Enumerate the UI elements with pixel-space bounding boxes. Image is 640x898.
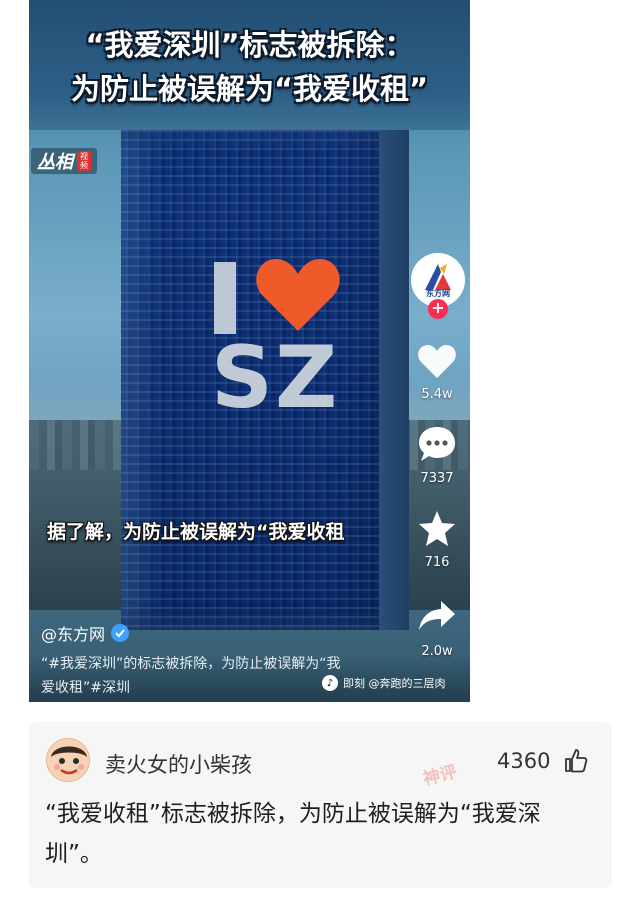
video-subtitle: 据了解，为防止被误解为“我爱收租: [47, 521, 345, 543]
share-button[interactable]: [415, 594, 459, 638]
video-description: “#我爱深圳”的标志被拆除，为防止被误解为“我爱收租”#深圳: [41, 656, 341, 696]
music-note-icon: ♪: [322, 675, 338, 691]
heart-icon: [418, 345, 456, 378]
screenshot-root: SZ “我爱深圳”标志被拆除： 为防止被误解为“我爱收租” 丛相 视频 据了解，…: [0, 0, 640, 898]
like-button[interactable]: [415, 340, 459, 384]
author-handle-row[interactable]: @东方网: [41, 621, 130, 645]
verified-icon: [111, 624, 130, 642]
video-title-line2: 为防止被误解为“我爱收租”: [70, 72, 429, 106]
share-arrow-icon: [419, 601, 455, 630]
comment-count: 7337: [420, 471, 454, 486]
video-frame[interactable]: SZ “我爱深圳”标志被拆除： 为防止被误解为“我爱收租” 丛相 视频 据了解，…: [29, 0, 470, 702]
sign-letter-i: [214, 262, 236, 334]
video-title-line1: “我爱深圳”标志被拆除：: [85, 28, 414, 62]
comment-bubble-icon: [419, 427, 455, 461]
watermark-credit: ♪ 即刻 @奔跑的三层肉: [322, 673, 446, 693]
watermark-credit-text: 即刻 @奔跑的三层肉: [343, 677, 446, 690]
source-logo-text: 丛相: [37, 152, 73, 173]
favorite-count: 716: [424, 555, 450, 570]
avatar-face-icon: [47, 739, 89, 781]
commenter-username[interactable]: 卖火女的小柴孩: [105, 749, 252, 779]
comment-text: “我爱收租”标志被拆除，为防止被误解为“我爱深圳”。: [45, 801, 541, 867]
source-logo: 丛相 视频: [31, 148, 97, 174]
top-comment-card: 卖火女的小柴孩 神评 4360 “我爱收租”标志被拆除，为防止被误解为“我爱深圳…: [29, 722, 612, 888]
comment-button[interactable]: [415, 422, 459, 466]
author-handle[interactable]: @东方网: [41, 621, 105, 645]
favorite-button[interactable]: [415, 506, 459, 550]
source-logo-tag: 视频: [77, 151, 91, 171]
sign-letters-sz: SZ: [211, 328, 340, 428]
follow-button[interactable]: +: [428, 299, 448, 319]
like-count: 5.4w: [421, 387, 453, 402]
star-icon: [419, 511, 455, 546]
title-banner: [29, 0, 470, 130]
author-avatar-label: 东方网: [426, 288, 450, 298]
thumbs-up-icon[interactable]: [563, 748, 589, 774]
commenter-avatar[interactable]: [46, 738, 90, 782]
heart-sign: [256, 259, 340, 331]
comment-like-count: 4360: [497, 749, 551, 773]
